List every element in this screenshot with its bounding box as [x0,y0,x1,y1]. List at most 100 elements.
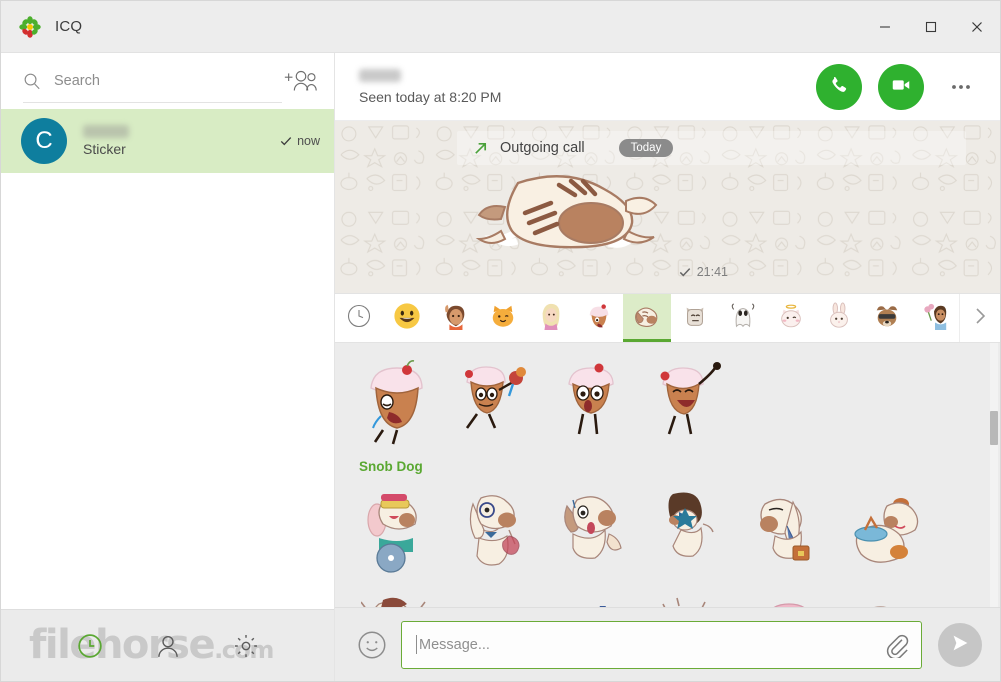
contact-list-empty-area [1,173,334,609]
more-options-icon[interactable] [944,70,978,104]
sticker-item[interactable] [545,351,643,455]
grey-cat-sticker-icon [681,302,709,335]
message-composer [335,607,1000,681]
sticker-scrollbar[interactable] [990,343,998,607]
call-event-bar: Outgoing call Today [457,131,966,165]
blonde-girl-sticker-icon [537,302,565,335]
sticker-row [349,480,990,584]
sticker-item[interactable] [839,584,937,607]
sticker-tab-angel-cat[interactable] [767,294,815,342]
sidebar: C Sticker now filehorse.com [1,53,335,681]
sticker-tab-bar [335,293,1000,343]
icq-flower-logo-icon [19,15,41,38]
sidebar-bottom-bar: filehorse.com [1,609,334,681]
search-input[interactable] [54,73,282,89]
sticker-item[interactable] [643,584,741,607]
contact-meta: now [280,134,320,148]
sticker-tab-snob-dog[interactable] [623,294,671,342]
phone-icon [828,74,850,99]
check-icon [280,135,292,147]
sticker-grid-wrap: Snob Dog [335,343,1000,607]
sticker-scrollbar-thumb[interactable] [990,411,998,445]
sticker-item[interactable] [741,480,839,584]
sticker-tab-cat[interactable] [479,294,527,342]
voice-call-button[interactable] [816,63,862,110]
angel-cat-sticker-icon [777,302,805,335]
contact-list-item[interactable]: C Sticker now [1,109,334,173]
chat-header-actions [816,63,978,110]
title-bar: ICQ [1,1,1000,53]
sidebar-bottom-icons [77,633,259,659]
girl-with-flowers-sticker-icon [921,302,949,335]
minimize-button[interactable] [862,1,908,53]
avatar: C [21,118,67,164]
paperclip-icon[interactable] [883,632,909,659]
search-underline [23,102,282,103]
sticker-tab-blonde-girl[interactable] [527,294,575,342]
chat-contact-status: Seen today at 8:20 PM [359,88,502,105]
video-camera-icon [890,74,912,99]
message-input-shell[interactable] [401,620,922,669]
sticker-item[interactable]: z z [545,584,643,607]
chat-panel: Seen today at 8:20 PM Outgoing call Toda… [335,53,1000,681]
sticker-item[interactable] [447,351,545,455]
contact-time: now [297,134,320,148]
chat-header: Seen today at 8:20 PM [335,53,1000,121]
sticker-item[interactable] [349,480,447,584]
sticker-row [349,351,990,455]
outgoing-call-arrow-icon [473,141,488,156]
sticker-item[interactable] [643,480,741,584]
contact-name [83,125,129,138]
smiley-emoji-icon [393,302,421,335]
search-icon [23,72,41,90]
chat-contact-name [359,68,401,82]
message-input[interactable] [417,636,883,653]
send-icon [949,632,971,657]
sticker-tab-ghost[interactable] [719,294,767,342]
sticker-tab-grey-cat[interactable] [671,294,719,342]
profile-icon[interactable] [155,633,181,659]
add-contacts-icon[interactable] [282,68,320,94]
sticker-item[interactable] [447,480,545,584]
sticker-item[interactable] [545,480,643,584]
sticker-pack-label: Snob Dog [359,459,423,474]
sticker-item[interactable] [643,351,741,455]
sticker-tabs-next-button[interactable] [959,294,1000,342]
sticker-tab-girl-wave[interactable] [431,294,479,342]
sticker-tab-recent[interactable] [335,294,383,342]
sticker-message[interactable] [463,161,678,274]
video-call-button[interactable] [878,63,924,110]
sunglasses-dog-sticker-icon [873,302,901,335]
check-icon [679,266,691,278]
snob-dog-sticker-icon [633,302,661,335]
waving-girl-sticker-icon [441,302,469,335]
smiley-icon[interactable] [357,630,387,660]
sticker-item[interactable] [741,584,839,607]
chevron-right-icon [970,306,990,331]
window-title: ICQ [55,18,83,35]
close-button[interactable] [954,1,1000,53]
window-controls [862,1,1000,53]
contact-texts: Sticker [83,125,280,157]
history-clock-icon[interactable] [77,633,103,659]
sticker-item[interactable] [839,480,937,584]
date-badge: Today [618,139,674,157]
sticker-item[interactable] [349,584,447,607]
sticker-item[interactable] [349,351,447,455]
sticker-tab-girl-flowers[interactable] [911,294,959,342]
sticker-item[interactable] [447,584,545,607]
settings-gear-icon[interactable] [233,633,259,659]
sticker-tab-cupcake-head[interactable] [575,294,623,342]
sticker-tab-cool-dog[interactable] [863,294,911,342]
contact-preview: Sticker [83,141,126,157]
chat-header-texts: Seen today at 8:20 PM [359,68,816,105]
cupcake-head-sticker-icon [585,302,613,335]
sticker-tab-bunny[interactable] [815,294,863,342]
maximize-button[interactable] [908,1,954,53]
send-button[interactable] [938,622,982,667]
sticker-tab-emoji[interactable] [383,294,431,342]
winking-cat-sticker-icon [489,302,517,335]
sticker-grid: Snob Dog [335,343,990,607]
icq-window: ICQ Search C Sticker now filehorse.com S… [0,0,1001,682]
clock-icon [347,304,371,333]
